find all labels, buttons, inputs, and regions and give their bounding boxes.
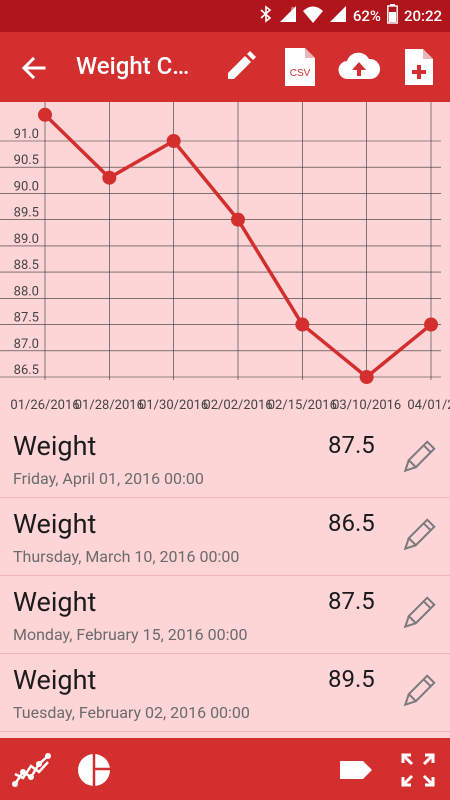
entry-name: Weight (13, 586, 97, 618)
x-tick-label: 02/02/2016 (203, 398, 272, 413)
pencil-outline-icon (403, 596, 436, 629)
pencil-outline-icon (403, 518, 436, 551)
edit-entry-button[interactable] (398, 594, 438, 634)
pencil-outline-icon (403, 440, 436, 473)
list-item[interactable]: Weight 87.5 Friday, April 01, 2016 00:00 (0, 420, 450, 498)
tag-icon (340, 761, 372, 779)
chart-view-button[interactable] (12, 750, 52, 790)
y-tick-label: 90.5 (14, 153, 39, 168)
add-document-button[interactable] (398, 46, 440, 88)
y-tick-label: 90.0 (14, 179, 39, 194)
data-point (166, 134, 181, 148)
cloud-upload-button[interactable] (338, 46, 380, 88)
y-tick-label: 91.0 (14, 127, 39, 142)
entry-value: 89.5 (328, 665, 375, 693)
battery-percent: 62% (352, 7, 381, 25)
list-item[interactable]: Weight 87.5 Monday, February 15, 2016 00… (0, 576, 450, 654)
y-tick-label: 87.5 (14, 311, 39, 326)
data-point (231, 212, 245, 227)
y-tick-label: 88.5 (14, 258, 39, 273)
edit-button[interactable] (219, 46, 261, 88)
back-button[interactable] (16, 50, 52, 86)
back-arrow-icon (21, 56, 46, 80)
pie-chart-icon (78, 754, 110, 786)
add-document-icon (405, 49, 433, 85)
x-tick-label: 01/28/2016 (75, 398, 144, 413)
bottom-toolbar (0, 738, 450, 800)
data-point (295, 317, 310, 332)
y-tick-label: 86.5 (14, 363, 39, 378)
x-tick-label: 03/10/2016 (332, 398, 401, 413)
pencil-outline-icon (403, 674, 436, 707)
line-chart-icon (12, 753, 51, 787)
wifi-icon (302, 5, 323, 27)
fullscreen-button[interactable] (398, 750, 438, 790)
x-tick-label: 01/26/2016 (10, 398, 79, 413)
entry-date: Tuesday, February 02, 2016 00:00 (13, 703, 250, 722)
entry-name: Weight (13, 508, 97, 540)
status-bar: R 62% 20:22 (0, 0, 450, 32)
edit-entry-button[interactable] (398, 438, 438, 478)
entry-value: 87.5 (328, 431, 375, 459)
y-tick-label: 89.5 (14, 206, 39, 221)
status-icons: R 62% 20:22 (259, 0, 442, 32)
y-tick-label: 89.0 (14, 232, 39, 247)
entry-value: 87.5 (328, 587, 375, 615)
list-item[interactable]: Weight 86.5 Thursday, March 10, 2016 00:… (0, 498, 450, 576)
entry-date: Thursday, March 10, 2016 00:00 (13, 547, 240, 566)
edit-entry-button[interactable] (398, 516, 438, 556)
y-tick-label: 87.0 (14, 337, 39, 352)
weight-line-chart: 91.0 90.5 90.0 89.5 89.0 88.5 88.0 87.5 87.0 86.5… (0, 102, 450, 418)
data-point (38, 107, 52, 122)
entry-name: Weight (13, 664, 97, 696)
x-tick-label: 04/01/2 (407, 398, 450, 413)
data-point (424, 317, 438, 332)
cell-signal-icon (329, 5, 347, 27)
svg-text:R: R (291, 7, 296, 15)
list-item[interactable]: Weight 89.5 Tuesday, February 02, 2016 0… (0, 654, 450, 732)
statistics-button[interactable] (74, 750, 114, 790)
x-tick-label: 01/30/2016 (139, 398, 208, 413)
signal-r-icon: R (279, 5, 297, 27)
entry-date: Friday, April 01, 2016 00:00 (13, 469, 204, 488)
tag-button[interactable] (336, 750, 376, 790)
chart-background (0, 102, 450, 418)
cloud-upload-icon (338, 52, 380, 80)
entry-value: 86.5 (328, 509, 375, 537)
fullscreen-icon (401, 753, 435, 787)
battery-icon (387, 4, 398, 28)
data-point (359, 370, 374, 384)
page-title: Weight C… (76, 52, 190, 80)
csv-file-icon: CSV (285, 48, 315, 86)
data-point (102, 170, 117, 185)
entry-date: Monday, February 15, 2016 00:00 (13, 625, 248, 644)
entry-list: Weight 87.5 Friday, April 01, 2016 00:00… (0, 420, 450, 732)
clock: 20:22 (403, 7, 442, 25)
svg-text:CSV: CSV (290, 68, 311, 79)
entry-name: Weight (13, 430, 97, 462)
y-tick-label: 88.0 (14, 284, 39, 299)
export-csv-button[interactable]: CSV (279, 46, 321, 88)
app-toolbar: Weight C… CSV (0, 32, 450, 102)
pencil-icon (228, 51, 256, 79)
x-tick-label: 02/15/2016 (268, 398, 337, 413)
edit-entry-button[interactable] (398, 672, 438, 712)
bluetooth-icon (259, 5, 273, 27)
